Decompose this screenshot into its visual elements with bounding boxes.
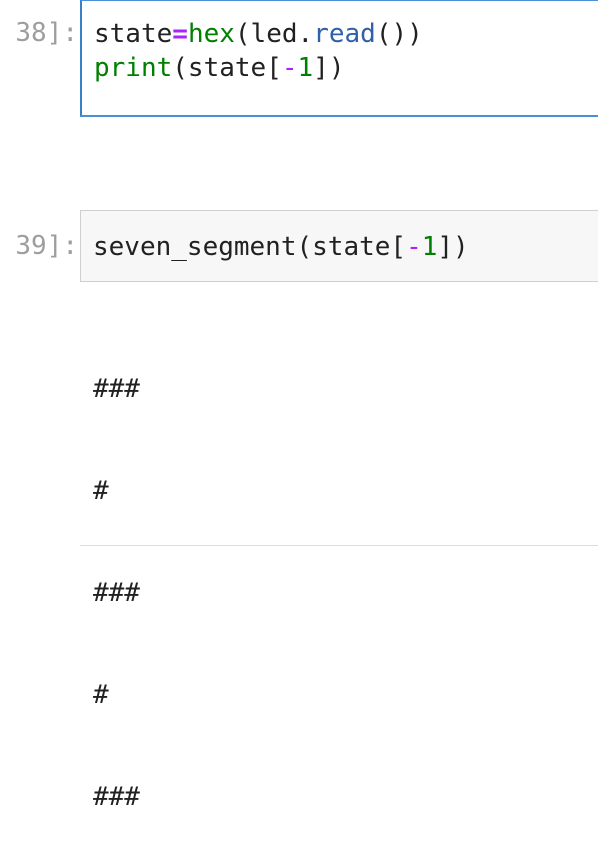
code-line: state=hex(led.read()) [82, 17, 598, 51]
token-attribute-read: read [313, 19, 376, 49]
output-line: # [93, 680, 109, 710]
token-text: ()) [375, 19, 423, 49]
output-line: ### [93, 578, 140, 608]
cell-39-input[interactable]: seven_segment(state[-1]) [80, 210, 598, 282]
token-operator: - [406, 232, 422, 262]
code-line: seven_segment(state[-1]) [81, 230, 598, 264]
token-builtin-hex: hex [187, 19, 235, 49]
cell-39-output: ### # ### # ### [93, 304, 140, 848]
cell-38-prompt: 38]: [15, 18, 78, 48]
token-builtin-print: print [94, 53, 173, 83]
token-number: 1 [421, 232, 438, 262]
token-variable: state [94, 19, 173, 49]
token-text: (led. [234, 19, 314, 49]
token-text: (state[ [172, 53, 282, 83]
token-text: ]) [437, 232, 469, 262]
output-line: ### [93, 374, 140, 404]
cell-38-input[interactable]: state=hex(led.read()) print(state[-1]) [80, 0, 598, 116]
output-line: ### [93, 782, 140, 812]
token-operator: - [281, 53, 298, 83]
output-line: # [93, 476, 109, 506]
token-number: 1 [297, 53, 314, 83]
code-line: print(state[-1]) [82, 51, 598, 85]
token-text: ]) [313, 53, 345, 83]
token-operator: = [172, 19, 188, 49]
token-text: seven_segment(state[ [93, 232, 407, 262]
cell-39-prompt: 39]: [15, 231, 78, 261]
